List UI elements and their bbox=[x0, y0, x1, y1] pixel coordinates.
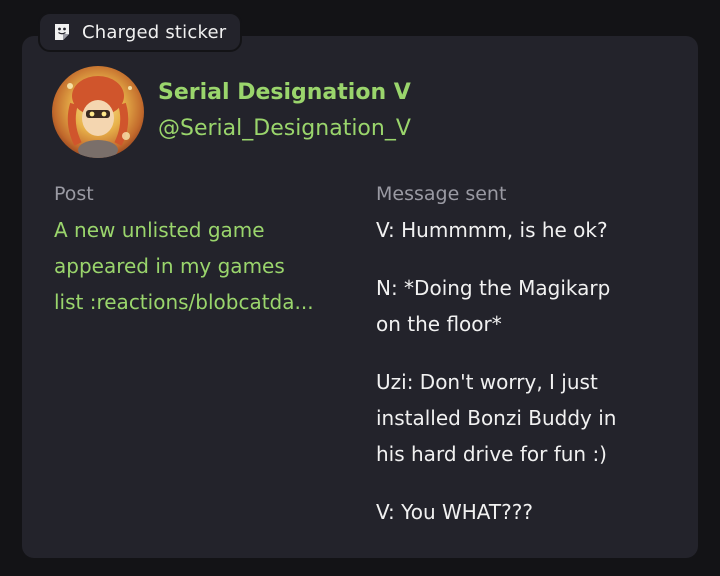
message-line: V: You WHAT??? bbox=[376, 500, 533, 524]
message-line: V: Hummmm, is he ok? bbox=[376, 218, 608, 242]
post-link[interactable]: A new unlisted game appeared in my games… bbox=[54, 212, 354, 320]
badge-label: Charged sticker bbox=[82, 21, 227, 43]
message-text: V: Hummmm, is he ok? N: *Doing the Magik… bbox=[376, 212, 676, 552]
message-line: Uzi: Don't worry, I just installed Bonzi… bbox=[376, 370, 617, 466]
charged-sticker-badge: Charged sticker bbox=[38, 12, 243, 52]
post-label: Post bbox=[54, 183, 94, 205]
author-display-name[interactable]: Serial Designation V bbox=[158, 80, 411, 105]
author-handle[interactable]: @Serial_Designation_V bbox=[158, 116, 411, 141]
sticker-icon bbox=[52, 22, 72, 42]
message-line: N: *Doing the Magikarp on the floor* bbox=[376, 276, 611, 336]
message-label: Message sent bbox=[376, 183, 507, 205]
avatar[interactable] bbox=[52, 66, 144, 158]
